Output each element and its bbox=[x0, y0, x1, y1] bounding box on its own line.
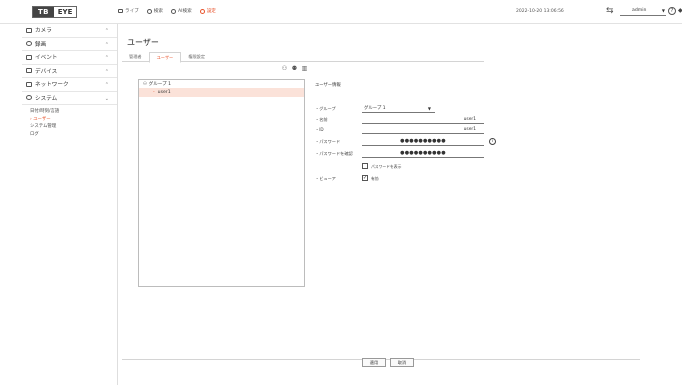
camera-icon bbox=[26, 27, 32, 33]
search-icon bbox=[146, 8, 152, 14]
tab-permissions[interactable]: 権限設定 bbox=[181, 52, 212, 61]
confirm-password-row: ・パスワードを確認 ●●●●●●●●●● bbox=[315, 150, 515, 158]
id-field[interactable]: user1 bbox=[362, 126, 484, 134]
group-select[interactable]: グループ 1 ▼ bbox=[362, 105, 435, 113]
sidebar-item-label: ネットワーク bbox=[35, 82, 69, 89]
sidebar-item-network[interactable]: ネットワーク ⌃ bbox=[22, 78, 117, 92]
menu-live[interactable]: ライブ bbox=[118, 8, 139, 14]
chevron-up-icon: ⌃ bbox=[104, 28, 109, 34]
name-row: ・名前 user1 bbox=[315, 116, 515, 124]
page-title: ユーザー bbox=[127, 38, 159, 47]
chevron-down-icon: ⌄ bbox=[104, 95, 109, 102]
delete-icon[interactable]: ▥ bbox=[301, 65, 308, 72]
tree-group[interactable]: ⚇ グループ 1 bbox=[139, 80, 304, 88]
gear-icon bbox=[199, 8, 205, 14]
add-group-icon[interactable]: ⚇ bbox=[281, 65, 288, 72]
show-password-checkbox[interactable] bbox=[362, 163, 368, 169]
group-row: ・グループ グループ 1 ▼ bbox=[315, 105, 515, 113]
show-password-label: パスワードを表示 bbox=[371, 164, 402, 169]
power-icon[interactable]: ◆ bbox=[678, 7, 682, 15]
chevron-up-icon: ⌃ bbox=[104, 68, 109, 75]
apply-button[interactable]: 適用 bbox=[362, 358, 386, 367]
add-user-icon[interactable]: ⚉ bbox=[291, 65, 298, 72]
top-bar: TB EYE ライブ 検索 AI検索 設定 2022-10-20 13:06:5… bbox=[0, 0, 682, 24]
subnav-user[interactable]: › ユーザー bbox=[30, 116, 117, 124]
id-row: ・ID user1 bbox=[315, 126, 515, 134]
record-icon bbox=[26, 41, 32, 47]
logo-text-left: TB bbox=[33, 7, 54, 17]
group-label: ・グループ bbox=[315, 106, 336, 111]
name-label: ・名前 bbox=[315, 117, 328, 122]
tab-bar: 管理者 ユーザー 権限設定 bbox=[122, 52, 484, 63]
chevron-up-icon: ⌃ bbox=[104, 55, 109, 61]
logo-text-right: EYE bbox=[53, 7, 77, 17]
tree-branch-icon: - bbox=[153, 90, 155, 95]
viewer-enable-checkbox[interactable]: ✓ bbox=[362, 175, 368, 181]
chevron-up-icon: ⌃ bbox=[104, 82, 109, 88]
confirm-password-field[interactable]: ●●●●●●●●●● bbox=[362, 150, 484, 158]
sidebar-item-label: 録画 bbox=[35, 41, 47, 48]
tree-group-label: グループ 1 bbox=[148, 82, 172, 87]
confirm-password-label: ・パスワードを確認 bbox=[315, 151, 353, 156]
tree-user-label: user1 bbox=[157, 90, 171, 95]
sidebar-item-event[interactable]: イベント ⌃ bbox=[22, 51, 117, 65]
main-content: ユーザー 管理者 ユーザー 権限設定 ⚇ ⚉ ▥ ⚇ グループ 1 - user… bbox=[118, 24, 682, 385]
menu-settings[interactable]: 設定 bbox=[199, 8, 216, 14]
password-row: ・パスワード ●●●●●●●●●● i bbox=[315, 138, 515, 146]
datetime: 2022-10-20 13:06:56 bbox=[516, 9, 564, 14]
system-submenu: 日付/時刻/言語 › ユーザー システム管理 ログ bbox=[22, 105, 117, 138]
group-select-value: グループ 1 bbox=[364, 106, 386, 111]
form-header: ユーザー情報 bbox=[315, 83, 341, 88]
logo: TB EYE bbox=[32, 6, 78, 18]
show-password-row: パスワードを表示 bbox=[315, 163, 515, 171]
sidebar-item-system[interactable]: システム ⌄ bbox=[22, 92, 117, 105]
sidebar: カメラ ⌃ 録画 ⌃ イベント ⌃ デバイス ⌃ ネットワーク ⌃ システム ⌄… bbox=[22, 24, 118, 385]
top-menu: ライブ 検索 AI検索 設定 bbox=[118, 8, 216, 14]
id-label: ・ID bbox=[315, 127, 324, 132]
sidebar-item-label: デバイス bbox=[35, 68, 58, 75]
menu-ai-search-label: AI検索 bbox=[178, 9, 192, 14]
viewer-label: ・ビューア bbox=[315, 176, 336, 181]
subnav-datetime[interactable]: 日付/時刻/言語 bbox=[30, 108, 117, 116]
menu-live-label: ライブ bbox=[125, 9, 139, 14]
cancel-button[interactable]: 取消 bbox=[390, 358, 414, 367]
subnav-log[interactable]: ログ bbox=[30, 131, 117, 139]
help-icon[interactable]: ? bbox=[668, 7, 676, 15]
user-tree: ⚇ グループ 1 - user1 bbox=[138, 79, 305, 287]
device-icon bbox=[26, 68, 32, 74]
system-icon bbox=[26, 95, 32, 101]
subnav-user-label: ユーザー bbox=[33, 116, 51, 122]
password-field[interactable]: ●●●●●●●●●● bbox=[362, 138, 484, 146]
ai-search-icon bbox=[171, 8, 176, 14]
sidebar-item-camera[interactable]: カメラ ⌃ bbox=[22, 24, 117, 38]
menu-ai-search[interactable]: AI検索 bbox=[171, 8, 192, 14]
menu-search[interactable]: 検索 bbox=[146, 8, 163, 14]
viewer-row: ・ビューア ✓ 有効 bbox=[315, 175, 515, 183]
network-icon bbox=[26, 81, 32, 87]
password-label: ・パスワード bbox=[315, 139, 341, 144]
sidebar-item-record[interactable]: 録画 ⌃ bbox=[22, 38, 117, 51]
tab-admin[interactable]: 管理者 bbox=[122, 52, 149, 61]
menu-search-label: 検索 bbox=[153, 9, 163, 14]
name-field[interactable]: user1 bbox=[362, 116, 484, 124]
chevron-down-icon: ▼ bbox=[661, 8, 665, 13]
tree-toolbar: ⚇ ⚉ ▥ bbox=[281, 65, 308, 72]
subnav-system-management[interactable]: システム管理 bbox=[30, 123, 117, 131]
menu-settings-label: 設定 bbox=[206, 9, 216, 14]
event-icon bbox=[26, 54, 32, 60]
info-icon[interactable]: i bbox=[489, 138, 496, 145]
tab-user[interactable]: ユーザー bbox=[148, 52, 182, 63]
sidebar-item-label: カメラ bbox=[35, 28, 52, 35]
sidebar-item-device[interactable]: デバイス ⌃ bbox=[22, 65, 117, 78]
chevron-up-icon: ⌃ bbox=[104, 41, 109, 48]
user-select[interactable]: admin ▼ bbox=[620, 7, 666, 16]
network-status-icon[interactable]: ⇆ bbox=[606, 6, 616, 16]
viewer-enable-label: 有効 bbox=[371, 176, 379, 181]
tree-user[interactable]: - user1 bbox=[139, 88, 304, 97]
monitor-icon bbox=[118, 9, 123, 13]
chevron-down-icon: ▼ bbox=[427, 106, 431, 111]
sidebar-item-label: システム bbox=[35, 95, 58, 102]
sidebar-item-label: イベント bbox=[35, 55, 58, 62]
user-name: admin bbox=[632, 8, 647, 13]
